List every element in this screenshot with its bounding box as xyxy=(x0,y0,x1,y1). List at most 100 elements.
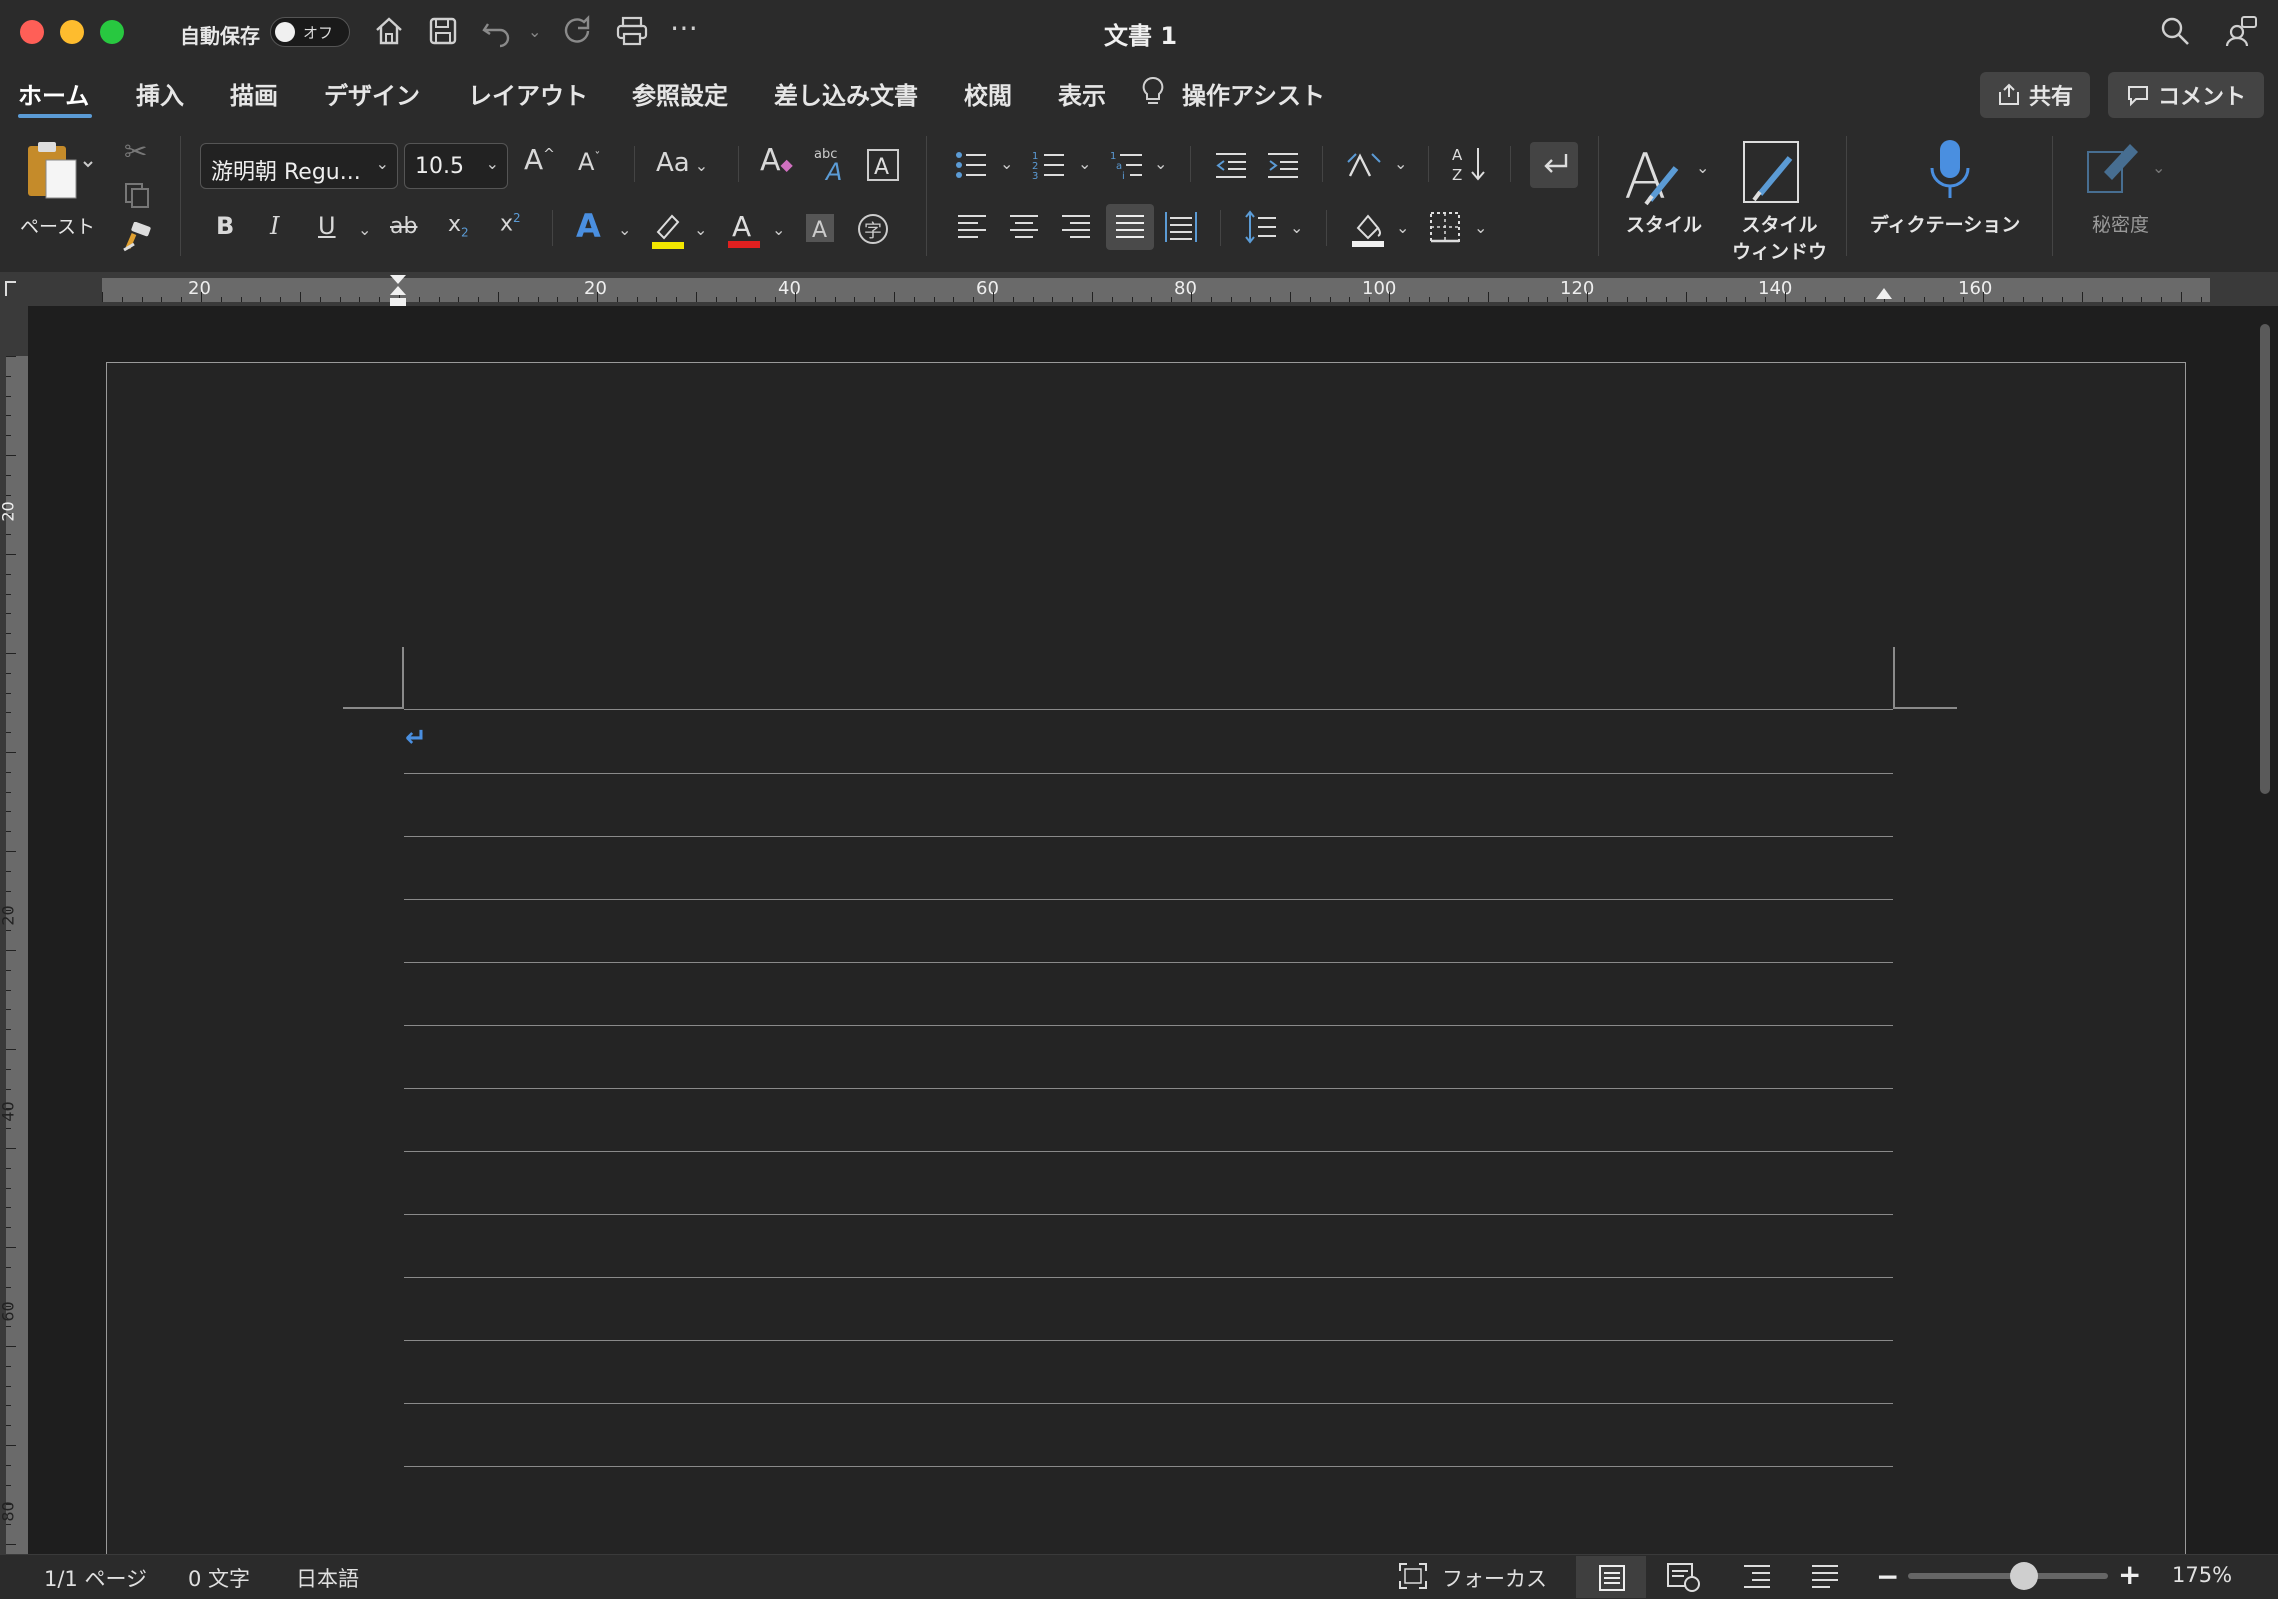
vertical-scrollbar[interactable] xyxy=(2250,306,2278,1554)
tab-references[interactable]: 参照設定 xyxy=(632,76,728,111)
share-button[interactable]: 共有 xyxy=(1980,72,2090,118)
print-layout-view-button[interactable] xyxy=(1576,1556,1646,1598)
close-window-button[interactable] xyxy=(20,20,44,44)
save-icon[interactable] xyxy=(426,14,460,52)
cut-icon[interactable]: ✂ xyxy=(124,138,147,166)
tab-review[interactable]: 校閲 xyxy=(964,76,1012,111)
underline-dropdown-chevron-icon[interactable]: ⌄ xyxy=(358,220,371,239)
align-right-icon[interactable] xyxy=(1060,210,1092,248)
character-border-icon[interactable]: A xyxy=(866,148,900,186)
comment-button[interactable]: コメント xyxy=(2108,72,2264,118)
page-count[interactable]: 1/1 ページ xyxy=(44,1563,147,1593)
superscript-icon[interactable]: x2 xyxy=(500,212,521,235)
text-effects-icon[interactable]: A xyxy=(576,210,601,242)
phonetic-guide-icon[interactable]: abc A xyxy=(812,144,852,188)
multilevel-chevron-icon[interactable]: ⌄ xyxy=(1154,154,1167,173)
vertical-ruler[interactable]: 20 20 40 60 80 xyxy=(0,306,28,1554)
align-left-icon[interactable] xyxy=(956,210,988,248)
font-color-chevron-icon[interactable]: ⌄ xyxy=(772,220,785,239)
clear-formatting-icon[interactable]: A◆ xyxy=(760,146,793,176)
decrease-indent-icon[interactable] xyxy=(1214,148,1248,186)
account-icon[interactable] xyxy=(2224,14,2258,52)
styles-gallery-icon[interactable]: A xyxy=(1624,140,1684,213)
bold-button[interactable]: B xyxy=(216,214,234,238)
styles-chevron-icon[interactable]: ⌄ xyxy=(1696,158,1709,177)
show-formatting-marks-button[interactable] xyxy=(1530,142,1578,188)
borders-icon[interactable] xyxy=(1428,210,1462,248)
bullets-icon[interactable] xyxy=(954,148,988,186)
bullets-chevron-icon[interactable]: ⌄ xyxy=(1000,154,1013,173)
numbering-chevron-icon[interactable]: ⌄ xyxy=(1078,154,1091,173)
styles-pane-icon[interactable] xyxy=(1742,140,1802,210)
highlight-chevron-icon[interactable]: ⌄ xyxy=(694,220,707,239)
change-case-button[interactable]: Aa ⌄ xyxy=(656,150,708,176)
print-icon[interactable] xyxy=(614,14,650,52)
tab-view[interactable]: 表示 xyxy=(1058,76,1106,111)
font-color-icon[interactable]: A xyxy=(726,208,762,254)
zoom-slider-thumb[interactable] xyxy=(2010,1562,2038,1590)
focus-mode-button[interactable]: フォーカス xyxy=(1442,1563,1547,1593)
distributed-icon[interactable] xyxy=(1164,210,1198,248)
scrollbar-thumb[interactable] xyxy=(2260,324,2270,794)
zoom-level[interactable]: 175% xyxy=(2172,1563,2232,1587)
line-spacing-icon[interactable] xyxy=(1244,210,1278,248)
line-spacing-chevron-icon[interactable]: ⌄ xyxy=(1290,218,1303,237)
italic-button[interactable]: I xyxy=(270,214,279,238)
more-icon[interactable]: ⋯ xyxy=(670,14,698,42)
home-icon[interactable] xyxy=(372,14,406,52)
shrink-font-icon[interactable]: Aˇ xyxy=(578,150,600,174)
shading-chevron-icon[interactable]: ⌄ xyxy=(1396,218,1409,237)
paste-icon[interactable] xyxy=(24,140,94,208)
enclose-characters-icon[interactable]: 字 xyxy=(856,212,890,250)
highlight-color-icon[interactable] xyxy=(650,210,686,254)
font-name-dropdown[interactable]: 游明朝 Regu... ⌄ xyxy=(200,143,398,189)
text-effects-chevron-icon[interactable]: ⌄ xyxy=(618,220,631,239)
tab-layout[interactable]: レイアウト xyxy=(468,76,588,111)
focus-icon[interactable] xyxy=(1398,1562,1428,1594)
sensitivity-icon[interactable] xyxy=(2084,138,2144,202)
tell-me-search[interactable]: 操作アシスト xyxy=(1182,76,1325,111)
draft-view-icon[interactable] xyxy=(1810,1562,1840,1594)
underline-button[interactable]: U xyxy=(318,214,336,238)
first-line-indent-marker[interactable] xyxy=(389,274,407,310)
redo-icon[interactable] xyxy=(560,14,594,52)
tab-insert[interactable]: 挿入 xyxy=(136,76,184,111)
tab-design[interactable]: デザイン xyxy=(324,76,420,111)
align-center-icon[interactable] xyxy=(1008,210,1040,248)
increase-indent-icon[interactable] xyxy=(1266,148,1300,186)
tab-home[interactable]: ホーム xyxy=(18,76,89,111)
right-indent-marker[interactable] xyxy=(1875,286,1893,305)
sort-icon[interactable]: AZ xyxy=(1452,144,1488,188)
strikethrough-button[interactable]: ab xyxy=(390,216,417,238)
zoom-slider[interactable] xyxy=(1908,1573,2108,1579)
subscript-icon[interactable]: x2 xyxy=(448,213,469,238)
search-icon[interactable] xyxy=(2158,14,2192,52)
zoom-window-button[interactable] xyxy=(100,20,124,44)
zoom-in-button[interactable]: + xyxy=(2118,1558,2141,1591)
multilevel-list-icon[interactable]: 1ai xyxy=(1110,148,1144,186)
web-layout-icon[interactable] xyxy=(1666,1562,1700,1596)
borders-chevron-icon[interactable]: ⌄ xyxy=(1474,218,1487,237)
minimize-window-button[interactable] xyxy=(60,20,84,44)
asian-layout-chevron-icon[interactable]: ⌄ xyxy=(1394,154,1407,173)
zoom-out-button[interactable]: − xyxy=(1876,1560,1899,1593)
horizontal-ruler[interactable]: 20 20 40 60 80 100 120 140 160 xyxy=(28,272,2278,306)
document-page[interactable]: ↵ xyxy=(106,362,2186,1562)
language-indicator[interactable]: 日本語 xyxy=(296,1563,359,1593)
microphone-icon[interactable] xyxy=(1928,138,1972,206)
tab-selector[interactable] xyxy=(0,272,28,306)
format-painter-icon[interactable] xyxy=(122,221,154,258)
tab-mailings[interactable]: 差し込み文書 xyxy=(774,76,918,111)
numbering-icon[interactable]: 123 xyxy=(1032,148,1066,186)
outline-view-icon[interactable] xyxy=(1742,1562,1772,1594)
font-size-dropdown[interactable]: 10.5 ⌄ xyxy=(404,143,508,189)
tab-draw[interactable]: 描画 xyxy=(230,76,278,111)
asian-layout-icon[interactable] xyxy=(1346,148,1382,186)
autosave-toggle[interactable]: オフ xyxy=(270,17,350,47)
undo-dropdown-chevron-icon[interactable]: ⌄ xyxy=(528,22,541,41)
justify-button[interactable] xyxy=(1106,204,1154,250)
character-shading-icon[interactable]: A xyxy=(804,212,836,248)
grow-font-icon[interactable]: A^ xyxy=(524,146,555,174)
copy-icon[interactable] xyxy=(122,180,152,214)
shading-icon[interactable] xyxy=(1350,208,1386,252)
